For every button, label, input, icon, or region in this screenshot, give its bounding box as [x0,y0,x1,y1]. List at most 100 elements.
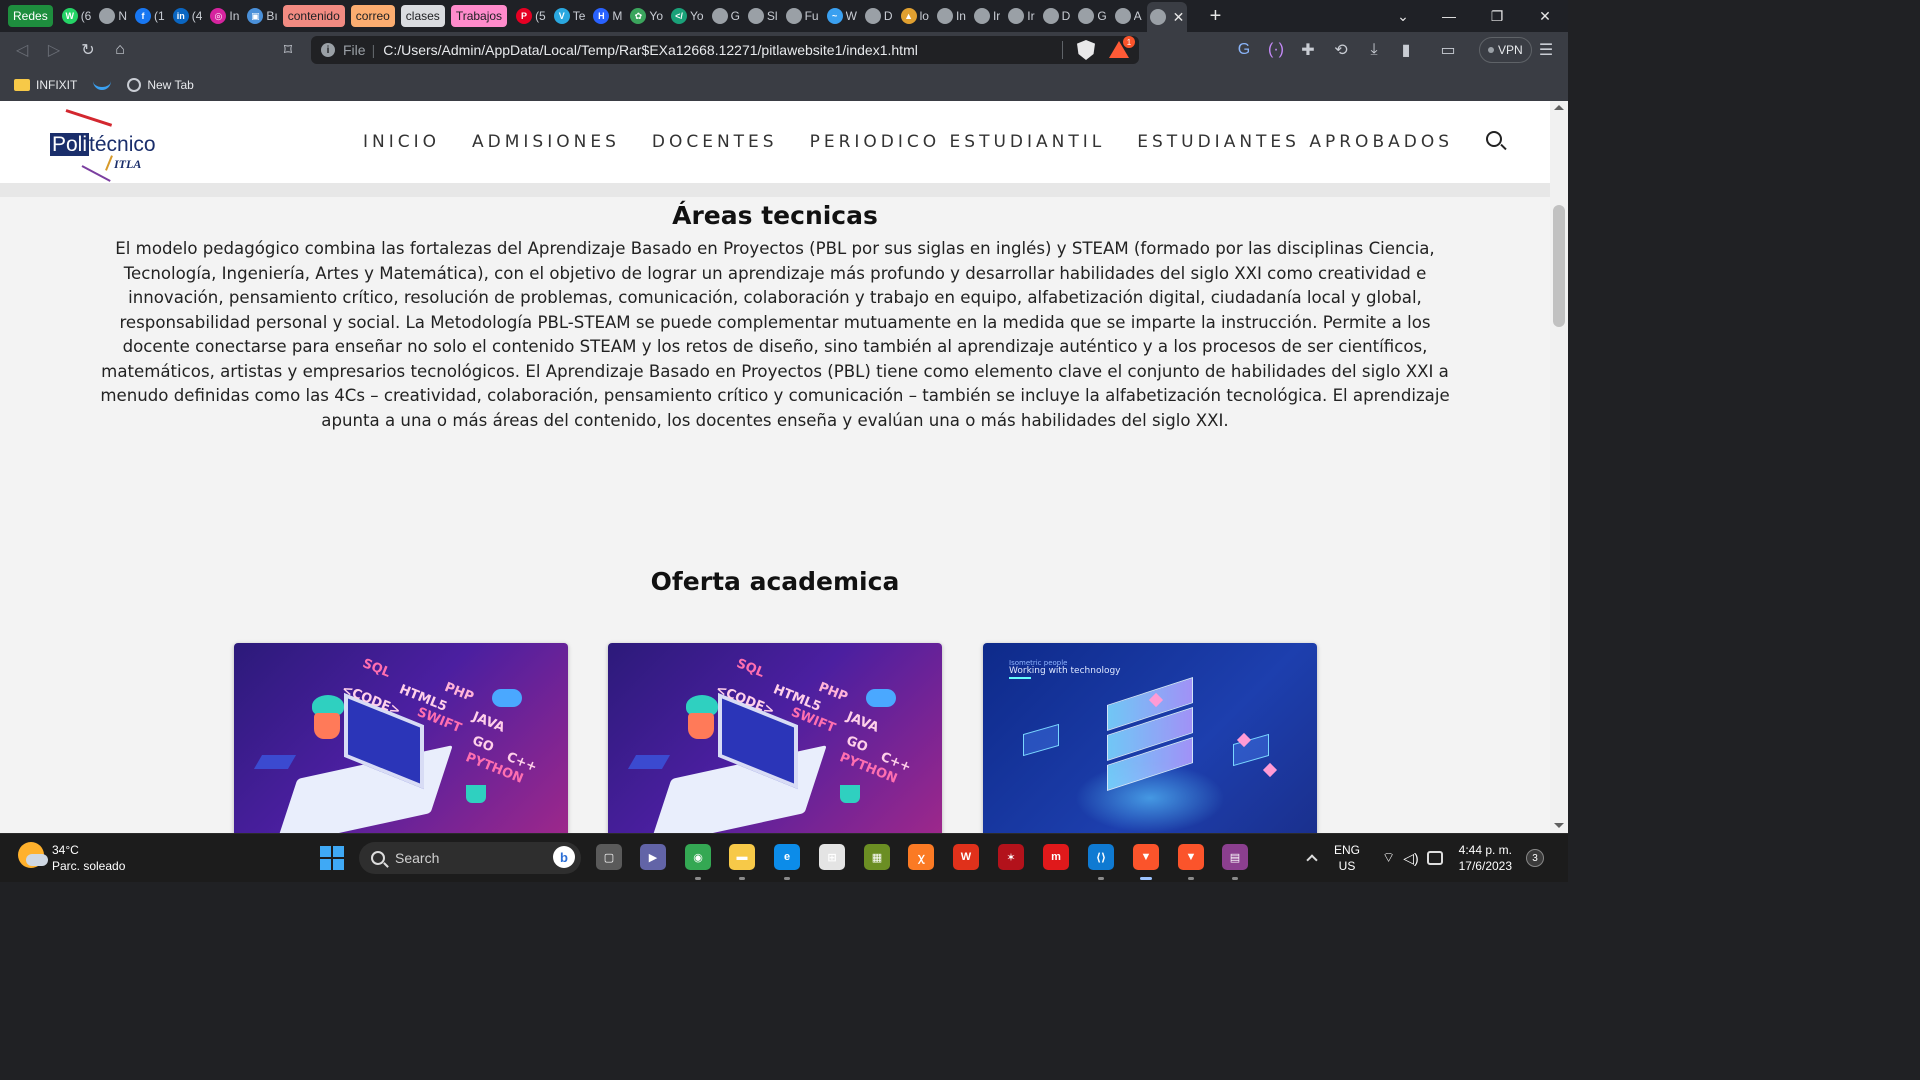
notifications-badge[interactable]: 3 [1526,849,1545,867]
start-pane [320,846,331,857]
winrar-icon[interactable]: ▤ [1222,844,1248,880]
brave-shields-icon[interactable] [1077,40,1095,60]
tab-group-trabajos[interactable]: Trabajos [450,5,508,27]
browser-tab[interactable]: W (6 [59,4,95,28]
browser-tab[interactable]: ~ W [824,4,860,28]
close-window-button[interactable]: ✕ [1522,0,1568,32]
browser-tab[interactable]: Ir [971,4,1003,28]
volume-icon[interactable]: ◁) [1403,850,1418,867]
scroll-down-arrow[interactable] [1554,823,1564,828]
tab-group-clases[interactable]: clases [400,5,445,27]
browser-tab[interactable]: Fu [783,4,822,28]
wifi-icon[interactable]: ⌔ [1382,849,1395,867]
tab-search-dropdown[interactable]: ⌄ [1380,0,1426,32]
scroll-thumb[interactable] [1553,205,1565,327]
scroll-up-arrow[interactable] [1554,105,1564,110]
extension-icon[interactable]: (·) [1260,36,1292,64]
nav-periodico-estudiantil[interactable]: PERIODICO ESTUDIANTIL [810,132,1106,152]
windows-taskbar: 34°C Parc. soleado Search b ▢ ▶ ◉ ▬ e ⊞ ▦ ꭓ W ✶ m ⟨… [0,833,1568,882]
battery-icon[interactable] [1426,851,1443,865]
bookmark-wave[interactable] [93,80,112,90]
vscode-icon[interactable]: ⟨⟩ [1088,844,1114,880]
browser-tab[interactable]: D [1040,4,1074,28]
sidebar-icon[interactable]: ▮ [1390,36,1422,64]
politecnico-logo[interactable]: Politécnico ITLA [50,109,160,182]
tab-group-contenido[interactable]: contenido [282,5,345,27]
browser-tab[interactable]: P (5 [513,4,549,28]
taskbar-search[interactable]: Search b [359,842,581,874]
back-icon[interactable]: ◁ [6,36,38,64]
minimize-button[interactable]: — [1426,0,1472,32]
forward-icon[interactable]: ▷ [38,36,70,64]
programming-card[interactable]: SQL PHP <CODE> HTML5 SWIFT JAVA GO PYTHO… [234,643,568,833]
nav-admisiones[interactable]: ADMISIONES [472,132,620,152]
wallet-icon[interactable]: ▭ [1432,36,1464,64]
browser-tab[interactable]: ▲ lo [898,4,932,28]
chevron-up-icon[interactable] [1306,854,1318,866]
browser-tab[interactable]: Sl [745,4,781,28]
brave-rewards-icon[interactable]: 1 [1109,36,1135,59]
tab-group-correo[interactable]: correo [350,5,395,27]
browser-tab[interactable]: f (1 [132,4,168,28]
browser-tab[interactable]: G [709,4,743,28]
nav-docentes[interactable]: DOCENTES [652,132,778,152]
nav-inicio[interactable]: INICIO [363,132,440,152]
brave-icon[interactable]: ▼ [1133,844,1159,880]
spiderman-icon[interactable]: ✶ [998,844,1024,870]
download-icon[interactable]: ⤓ [1358,36,1390,64]
weather-widget[interactable]: 34°C Parc. soleado [18,842,125,874]
bookmark-icon[interactable]: ⌑ [272,36,304,64]
bookmark-new-tab[interactable]: New Tab [127,77,194,92]
new-tab-button[interactable]: + [1203,5,1227,28]
mcafee-icon[interactable]: m [1043,844,1069,870]
browser-tab[interactable]: ◎ In [207,4,242,28]
search-icon [371,851,385,865]
browser-tab[interactable]: HM [590,4,625,28]
browser-tab[interactable]: D [862,4,896,28]
programming-card[interactable]: SQL PHP <CODE> HTML5 SWIFT JAVA GO PYTHO… [608,643,942,833]
search-icon[interactable] [1486,131,1508,153]
brave-beta-icon[interactable]: ▼ [1178,844,1204,880]
sync-icon[interactable]: ⟲ [1325,36,1357,64]
nav-estudiantes-aprobados[interactable]: ESTUDIANTES APROBADOS [1137,132,1453,152]
store-icon[interactable]: ⊞ [819,844,845,870]
browser-tab[interactable]: In [934,4,969,28]
windows-start-icon[interactable] [320,846,344,870]
translate-icon[interactable]: G [1228,36,1260,64]
page-scrollbar[interactable] [1550,101,1568,833]
minecraft-icon[interactable]: ▦ [864,844,890,870]
browser-tab[interactable]: Ir [1005,4,1037,28]
menu-icon[interactable]: ☰ [1530,36,1562,64]
reload-icon[interactable]: ↻ [72,36,104,64]
puzzle-icon[interactable]: ✚ [1292,36,1324,64]
url-text[interactable]: C:/Users/Admin/AppData/Local/Temp/Rar$EX… [383,42,918,58]
restore-button[interactable]: ❐ [1474,0,1520,32]
bing-icon[interactable]: b [553,846,575,868]
technology-card[interactable]: Isometric people Working with technology [983,643,1317,833]
clock[interactable]: 4:44 p. m. 17/6/2023 [1459,842,1512,874]
close-tab-icon[interactable]: ✕ [1173,9,1185,26]
input-language[interactable]: ENG US [1334,842,1360,874]
browser-tab[interactable]: ✿ Yo [627,4,666,28]
bookmark-infixit[interactable]: INFIXIT [14,78,77,92]
chrome-icon[interactable]: ◉ [685,844,711,880]
tab-group-redes[interactable]: Redes [8,5,53,27]
address-bar[interactable]: i File | C:/Users/Admin/AppData/Local/Te… [311,36,1139,64]
xampp-icon[interactable]: ꭓ [908,844,934,870]
site-info-icon[interactable]: i [321,43,335,57]
teams-icon[interactable]: ▶ [640,844,666,870]
wps-office-icon[interactable]: W [953,844,979,870]
browser-tab[interactable]: A [1112,4,1145,28]
file-explorer-icon[interactable]: ▬ [729,844,755,880]
browser-tab[interactable]: V Te [551,4,589,28]
browser-tab[interactable]: N [96,4,130,28]
vpn-button[interactable]: VPN [1479,37,1532,63]
task-view-icon[interactable]: ▢ [596,844,622,870]
home-icon[interactable]: ⌂ [104,36,136,64]
browser-tab[interactable]: ▣ Bı [244,4,280,28]
edge-icon[interactable]: e [774,844,800,880]
browser-tab[interactable]: G [1075,4,1109,28]
browser-tab[interactable]: in (4 [170,4,206,28]
browser-tab[interactable]: </Yo [668,4,707,28]
active-tab[interactable]: ✕ [1146,2,1188,32]
